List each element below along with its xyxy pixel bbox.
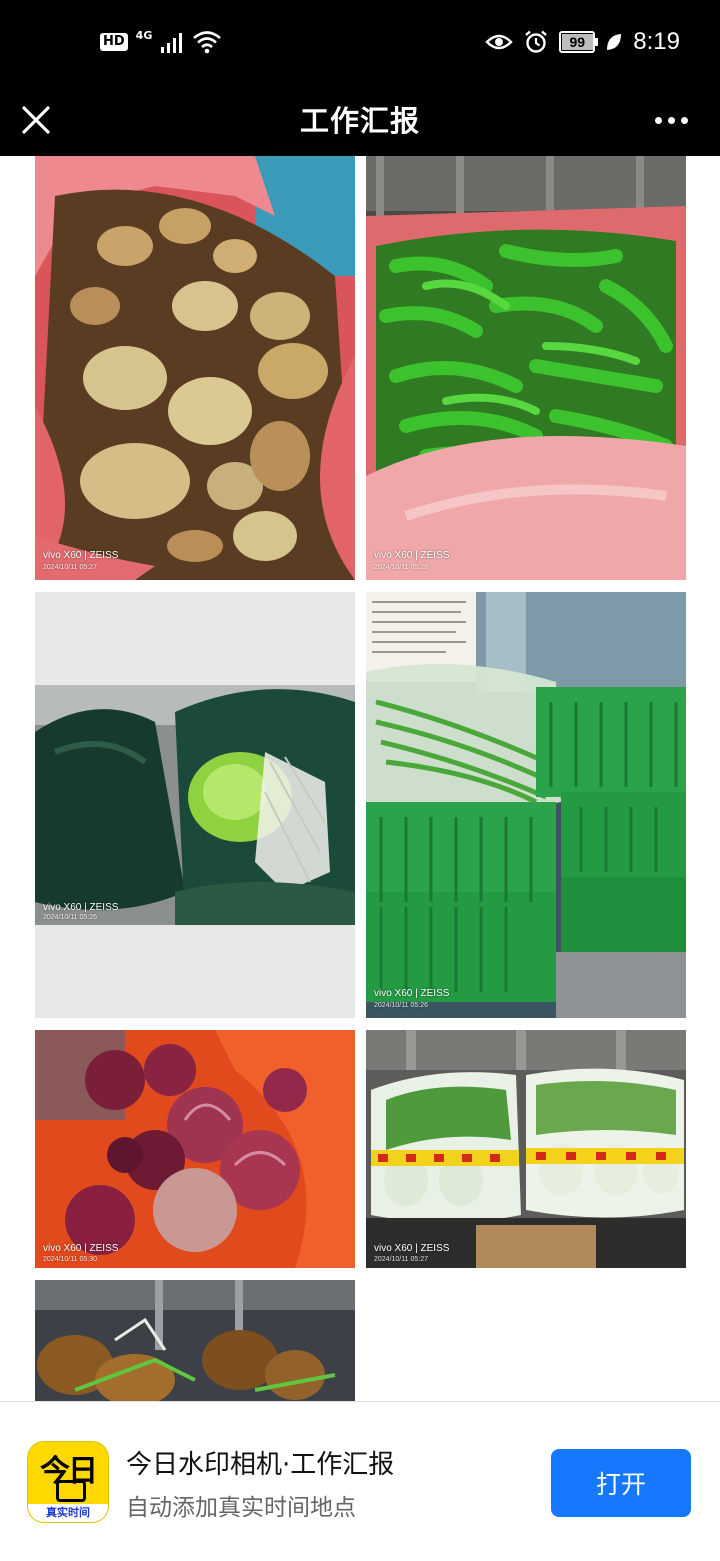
- garlic-sprouts-image: [366, 592, 686, 1018]
- battery-indicator: 99: [559, 31, 599, 53]
- app-promo-banner: 今日 真实时间 今日水印相机·工作汇报 自动添加真实时间地点 打开: [0, 1401, 720, 1561]
- wifi-icon: [193, 31, 222, 54]
- leaf-icon: [607, 34, 622, 50]
- title-bar: 工作汇报: [0, 84, 720, 156]
- watermark-date: 2024/10/11 05:30: [43, 1256, 97, 1263]
- page-title: 工作汇报: [299, 104, 420, 138]
- app-icon[interactable]: 今日 真实时间: [28, 1442, 108, 1522]
- watermark-date: 2024/10/11 05:26: [43, 914, 97, 921]
- red-onions-image: [35, 1030, 355, 1268]
- photo-red-onions[interactable]: vivo X60 | ZEISS 2024/10/11 05:30: [35, 1030, 355, 1268]
- watermark-brand: vivo X60 | ZEISS: [374, 988, 450, 999]
- app-description: 自动添加真实时间地点: [126, 1495, 356, 1521]
- napa-cabbage-image: [366, 1030, 686, 1268]
- network-type: 4G: [135, 29, 153, 42]
- status-bar-left: HD 4G: [100, 26, 222, 58]
- photo-lettuce[interactable]: vivo X60 | ZEISS 2024/10/11 05:26: [35, 592, 355, 1018]
- open-app-button[interactable]: 打开: [551, 1449, 691, 1517]
- lettuce-image: [35, 592, 355, 1018]
- photo-napa-cabbage[interactable]: vivo X60 | ZEISS 2024/10/11 05:27: [366, 1030, 686, 1268]
- photo-green-peppers[interactable]: vivo X60 | ZEISS 2024/10/11 05:28: [366, 156, 686, 580]
- more-dots-icon: [654, 116, 662, 124]
- watermark-brand: vivo X60 | ZEISS: [43, 1243, 119, 1254]
- watermark-brand: vivo X60 | ZEISS: [374, 1243, 450, 1254]
- photo-ginger[interactable]: [35, 1280, 355, 1401]
- hd-badge: HD: [100, 33, 128, 51]
- signal-icon: [161, 33, 183, 53]
- watermark-date: 2024/10/11 05:27: [374, 1256, 428, 1263]
- watermark-brand: vivo X60 | ZEISS: [43, 902, 119, 913]
- alarm-icon: [525, 30, 548, 53]
- clock-time: 8:19: [633, 28, 680, 55]
- battery-level: 99: [569, 34, 586, 50]
- photo-garlic-sprouts[interactable]: vivo X60 | ZEISS 2024/10/11 05:26: [366, 592, 686, 1018]
- photo-potatoes[interactable]: vivo X60 | ZEISS 2024/10/11 05:27: [35, 156, 355, 580]
- app-name: 今日水印相机·工作汇报: [126, 1450, 395, 1480]
- watermark-date: 2024/10/11 05:27: [43, 564, 97, 571]
- watermark-brand: vivo X60 | ZEISS: [374, 550, 450, 561]
- status-bar-right: 99 8:19: [485, 22, 680, 62]
- app-icon-strip: 真实时间: [28, 1504, 108, 1522]
- watermark-brand: vivo X60 | ZEISS: [43, 550, 119, 561]
- potatoes-image: [35, 156, 355, 580]
- green-peppers-image: [366, 156, 686, 580]
- photo-gallery[interactable]: vivo X60 | ZEISS 2024/10/11 05:27 vivo X…: [0, 156, 720, 1401]
- watermark-date: 2024/10/11 05:28: [374, 564, 428, 571]
- more-options-button[interactable]: [642, 94, 700, 146]
- ginger-image: [35, 1280, 355, 1401]
- status-bar: HD 4G 99 8:19: [0, 0, 720, 84]
- watermark-date: 2024/10/11 05:26: [374, 1002, 428, 1009]
- camera-icon: [56, 1480, 86, 1502]
- eye-icon: [485, 34, 513, 50]
